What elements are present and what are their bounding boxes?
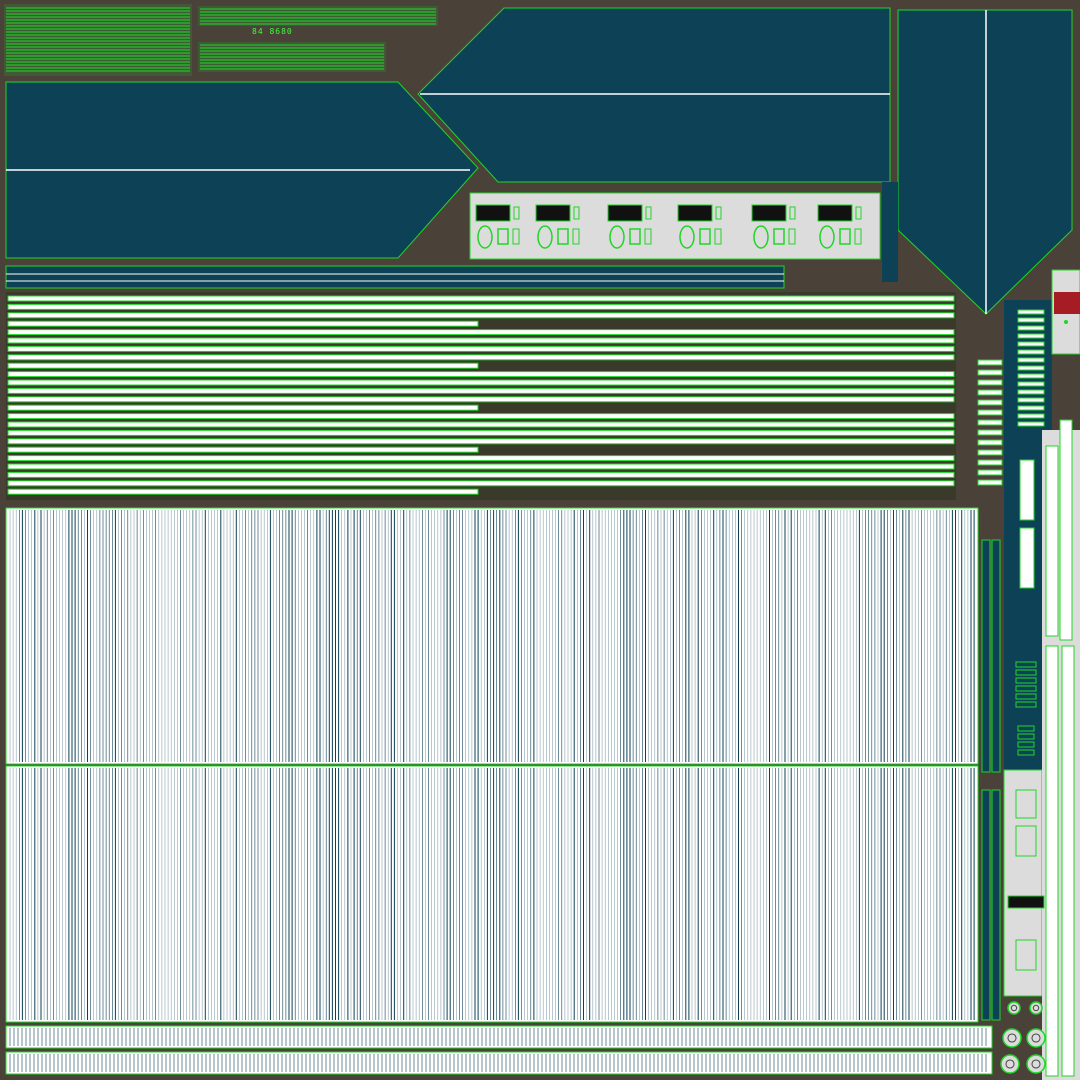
- vertical-stripe-panel-upper: [5, 507, 979, 765]
- horizontal-rod-block: [6, 292, 956, 500]
- red-marker-tile: [1054, 292, 1080, 314]
- top-mid-stripe-block: [198, 6, 438, 72]
- uv-texture-atlas: [4, 4, 1080, 1080]
- top-left-stripe-block: [4, 4, 192, 76]
- bottom-stripe-bands: [5, 1025, 993, 1075]
- vertical-stripe-panel-lower: [5, 765, 979, 1023]
- thin-blue-strip: [5, 265, 785, 289]
- tiny-texture-label: 84 8680: [252, 27, 293, 36]
- center-blue-panel: [417, 7, 891, 183]
- right-narrow-strips: [981, 539, 1001, 1021]
- gear-parts: [1000, 1001, 1046, 1074]
- right-blue-panel: [897, 9, 1073, 315]
- control-panel-strip: [469, 192, 881, 260]
- left-blue-panel: [5, 81, 479, 259]
